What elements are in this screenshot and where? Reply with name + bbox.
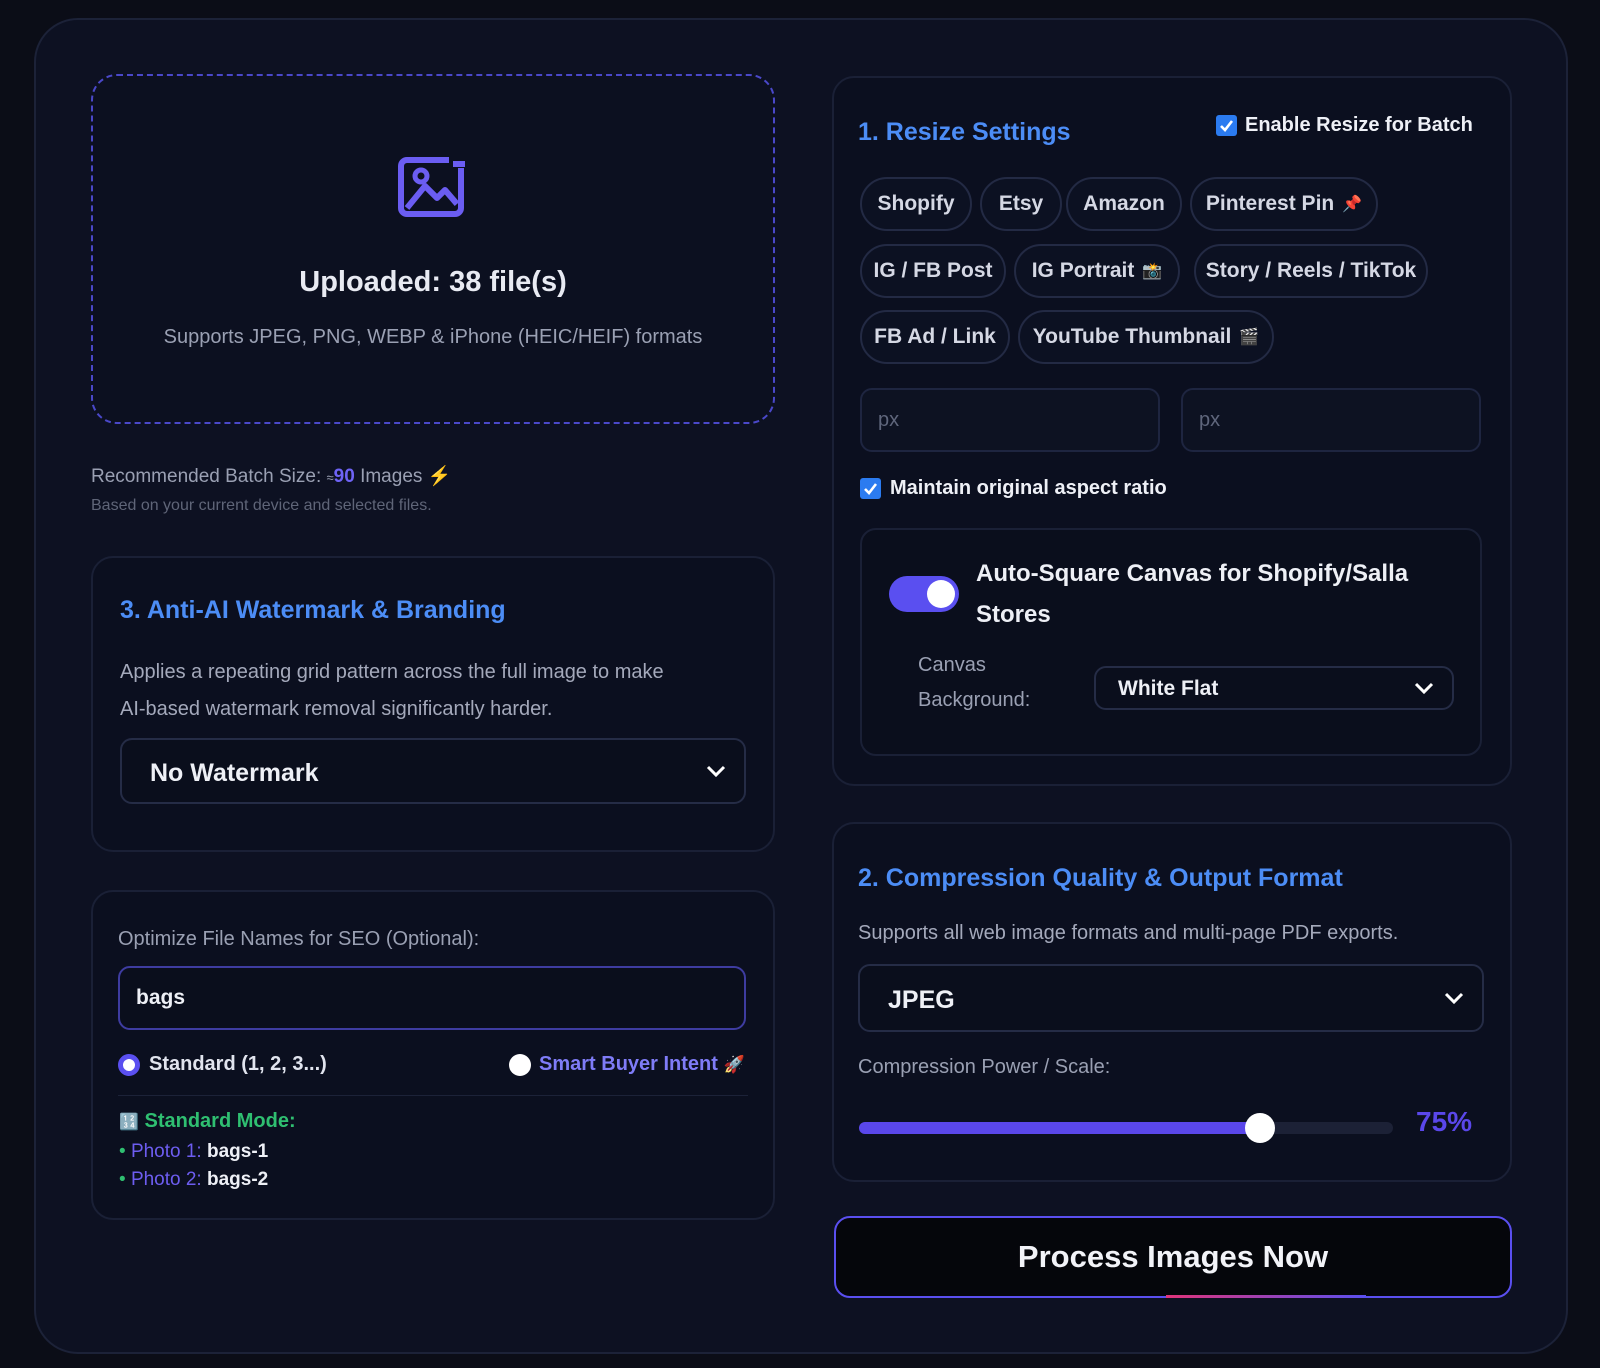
preset-label: Amazon (1083, 192, 1165, 215)
preview-list: • Photo 1: bags-1 • Photo 2: bags-2 (119, 1138, 268, 1194)
preset-label: Etsy (998, 192, 1044, 215)
preset-story-reels-tiktok[interactable]: Story / Reels / TikTok (1194, 244, 1428, 298)
height-placeholder: px (1199, 408, 1221, 431)
standard-mode-label: Standard Mode: (144, 1110, 296, 1132)
auto-square-toggle[interactable] (889, 576, 959, 612)
watermark-card: 3. Anti-AI Watermark & Branding Applies … (91, 556, 775, 852)
auto-square-label: Auto-Square Canvas for Shopify/Salla Sto… (976, 553, 1408, 635)
list-item: • Photo 1: bags-1 (119, 1141, 269, 1162)
process-images-button[interactable]: Process Images Now (834, 1216, 1512, 1298)
watermark-description: Applies a repeating grid pattern across … (120, 654, 664, 728)
compression-scale-value: 75% (1416, 1106, 1473, 1137)
chevron-down-icon (706, 765, 726, 777)
watermark-title: 3. Anti-AI Watermark & Branding (120, 596, 506, 624)
preview-label: Photo 2: (130, 1169, 202, 1190)
canvas-label-line: Background: (918, 689, 1031, 711)
preset-label: Story / Reels / TikTok (1205, 259, 1417, 282)
preset-pinterest-pin[interactable]: Pinterest Pin 📌 (1190, 177, 1378, 231)
upload-formats-hint: Supports JPEG, PNG, WEBP & iPhone (HEIC/… (163, 326, 703, 348)
auto-square-label-line: Auto-Square Canvas for Shopify/Salla (976, 560, 1409, 587)
button-glow (1166, 1295, 1366, 1298)
camera-icon: 📸 (1142, 263, 1163, 280)
compression-slider[interactable] (859, 1113, 1393, 1143)
watermark-selected: No Watermark (150, 759, 319, 787)
preset-shopify[interactable]: Shopify (860, 177, 972, 231)
radio-standard[interactable] (118, 1054, 140, 1076)
compression-scale-label: Compression Power / Scale: (858, 1056, 1111, 1078)
preset-ig-portrait[interactable]: IG Portrait 📸 (1014, 244, 1180, 298)
width-input[interactable]: px (860, 388, 1160, 452)
preset-fb-ad-link[interactable]: FB Ad / Link (860, 310, 1010, 364)
output-format-select[interactable]: JPEG (858, 964, 1484, 1032)
preset-label: IG Portrait (1031, 259, 1135, 282)
canvas-background-selected: White Flat (1118, 677, 1219, 700)
preset-label: Pinterest Pin (1205, 192, 1335, 215)
check-icon (1220, 120, 1234, 132)
clapper-icon: 🎬 (1239, 329, 1260, 346)
preset-label: YouTube Thumbnail (1032, 325, 1232, 348)
width-placeholder: px (878, 408, 900, 431)
recommended-count: 90 (333, 466, 355, 487)
resize-title: 1. Resize Settings (858, 118, 1071, 146)
bolt-icon: ⚡ (427, 466, 452, 487)
canvas-background-select[interactable]: White Flat (1094, 666, 1454, 710)
image-icon (398, 154, 469, 217)
seo-card: Optimize File Names for SEO (Optional): … (91, 890, 775, 1220)
preset-ig-fb-post[interactable]: IG / FB Post (860, 244, 1006, 298)
watermark-description-line: Applies a repeating grid pattern across … (120, 661, 664, 683)
radio-smart-buyer[interactable] (509, 1054, 531, 1076)
rocket-icon: 🚀 (723, 1055, 745, 1074)
recommended-unit: Images (360, 466, 423, 487)
height-input[interactable]: px (1181, 388, 1481, 452)
preset-amazon[interactable]: Amazon (1066, 177, 1182, 231)
recommended-note: Based on your current device and selecte… (91, 497, 432, 514)
compression-description: Supports all web image formats and multi… (858, 922, 1399, 944)
numbers-icon: 🔢 (119, 1114, 139, 1131)
slider-thumb[interactable] (1244, 1113, 1275, 1143)
list-item: • Photo 2: bags-2 (119, 1169, 269, 1190)
output-format-selected: JPEG (888, 986, 955, 1014)
preset-etsy[interactable]: Etsy (980, 177, 1062, 231)
seo-label: Optimize File Names for SEO (Optional): (118, 928, 480, 950)
preview-label: Photo 1: (130, 1141, 202, 1162)
upload-status: Uploaded: 38 file(s) (299, 266, 567, 298)
auto-square-label-line: Stores (976, 601, 1051, 628)
preset-label: Shopify (877, 192, 955, 215)
seo-input-value: bags (136, 986, 186, 1009)
standard-mode-heading: 🔢 Standard Mode: (119, 1110, 296, 1133)
chevron-down-icon (1444, 992, 1464, 1004)
watermark-description-line: AI-based watermark removal significantly… (120, 698, 553, 720)
chevron-down-icon (1414, 682, 1434, 694)
enable-resize-label[interactable]: Enable Resize for Batch (1245, 114, 1473, 137)
compression-title: 2. Compression Quality & Output Format (858, 864, 1343, 892)
aspect-ratio-checkbox[interactable] (860, 478, 881, 499)
canvas-label-line: Canvas (918, 654, 986, 676)
pin-icon: 📌 (1342, 196, 1363, 213)
recommended-label: Recommended Batch Size: (91, 466, 322, 487)
toggle-knob (927, 580, 955, 608)
radio-standard-label[interactable]: Standard (1, 2, 3...) (149, 1053, 327, 1076)
preset-label: IG / FB Post (873, 259, 993, 282)
watermark-select[interactable]: No Watermark (120, 738, 746, 804)
process-images-label: Process Images Now (1017, 1239, 1329, 1274)
preset-youtube-thumbnail[interactable]: YouTube Thumbnail 🎬 (1018, 310, 1274, 364)
preset-label: FB Ad / Link (874, 325, 996, 348)
canvas-background-label: Canvas Background: (918, 648, 1030, 718)
approx-sign: ≈ (326, 470, 334, 485)
preview-value: bags-2 (207, 1169, 269, 1190)
seo-input[interactable]: bags (118, 966, 746, 1030)
aspect-ratio-label[interactable]: Maintain original aspect ratio (890, 477, 1167, 500)
radio-smart-buyer-label[interactable]: Smart Buyer Intent 🚀 (539, 1053, 745, 1076)
recommended-batch-size: Recommended Batch Size: ≈90 Images ⚡ (91, 464, 451, 488)
upload-dropzone[interactable]: Uploaded: 38 file(s) Supports JPEG, PNG,… (91, 74, 775, 424)
divider (118, 1095, 748, 1096)
enable-resize-checkbox[interactable] (1216, 115, 1237, 136)
preview-value: bags-1 (207, 1141, 269, 1162)
check-icon (864, 483, 878, 495)
smart-buyer-text: Smart Buyer Intent (539, 1053, 718, 1075)
slider-fill (859, 1122, 1260, 1134)
